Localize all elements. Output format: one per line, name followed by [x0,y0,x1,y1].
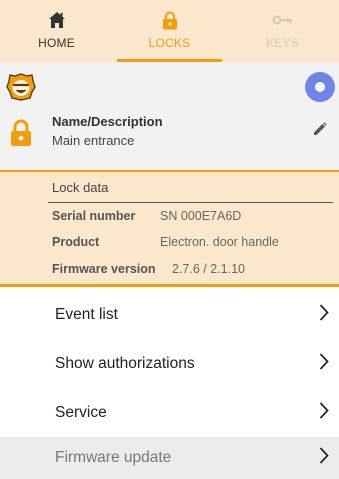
firmware-version-key: Firmware version [52,262,156,276]
product-row: Product Electron. door handle [52,235,279,249]
edit-pencil-icon[interactable] [313,122,327,141]
lock-header: Name/Description Main entrance [0,62,339,170]
tab-locks-label: LOCKS [148,36,191,50]
lock-icon [162,10,178,30]
tab-keys-label: KEYS [266,36,299,50]
product-value: Electron. door handle [160,235,279,249]
menu-item-show-authorizations[interactable]: Show authorizations [0,339,339,388]
padlock-icon [10,119,32,152]
tab-home-label: HOME [38,36,75,50]
menu-item-label: Service [55,403,107,421]
serial-number-value: SN 000E7A6D [160,209,242,223]
firmware-version-value: 2.7.6 / 2.1.10 [172,262,245,276]
firmware-version-row: Firmware version 2.7.6 / 2.1.10 [52,262,245,276]
menu-item-label: Event list [55,305,118,323]
menu-item-event-list[interactable]: Event list [0,290,339,339]
serial-number-row: Serial number SN 000E7A6D [52,209,241,223]
tab-keys[interactable]: KEYS [226,0,339,62]
fab-dot-icon [315,82,325,92]
serial-number-key: Serial number [52,209,136,223]
menu-item-service[interactable]: Service [0,388,339,437]
fab-action-button[interactable] [305,72,335,102]
lock-data-panel: Lock data Serial number SN 000E7A6D Produ… [0,170,339,287]
tab-home[interactable]: HOME [0,0,113,62]
tab-locks[interactable]: LOCKS [113,0,226,62]
lock-data-title: Lock data [52,180,109,195]
menu-item-firmware-update[interactable]: Firmware update [0,437,339,479]
name-description-label: Name/Description [52,114,163,129]
menu-item-label: Show authorizations [55,354,195,372]
key-icon [272,10,294,30]
chevron-right-icon [319,447,329,470]
lock-data-divider [48,202,333,203]
menu-item-label: Firmware update [55,449,172,466]
name-description-value: Main entrance [52,133,135,148]
tab-bar: HOME LOCKS KEYS [0,0,339,62]
chevron-right-icon [319,401,329,424]
home-icon [48,10,66,30]
product-key: Product [52,235,100,249]
chevron-right-icon [319,303,329,326]
lion-logo-icon [6,73,36,106]
chevron-right-icon [319,352,329,375]
